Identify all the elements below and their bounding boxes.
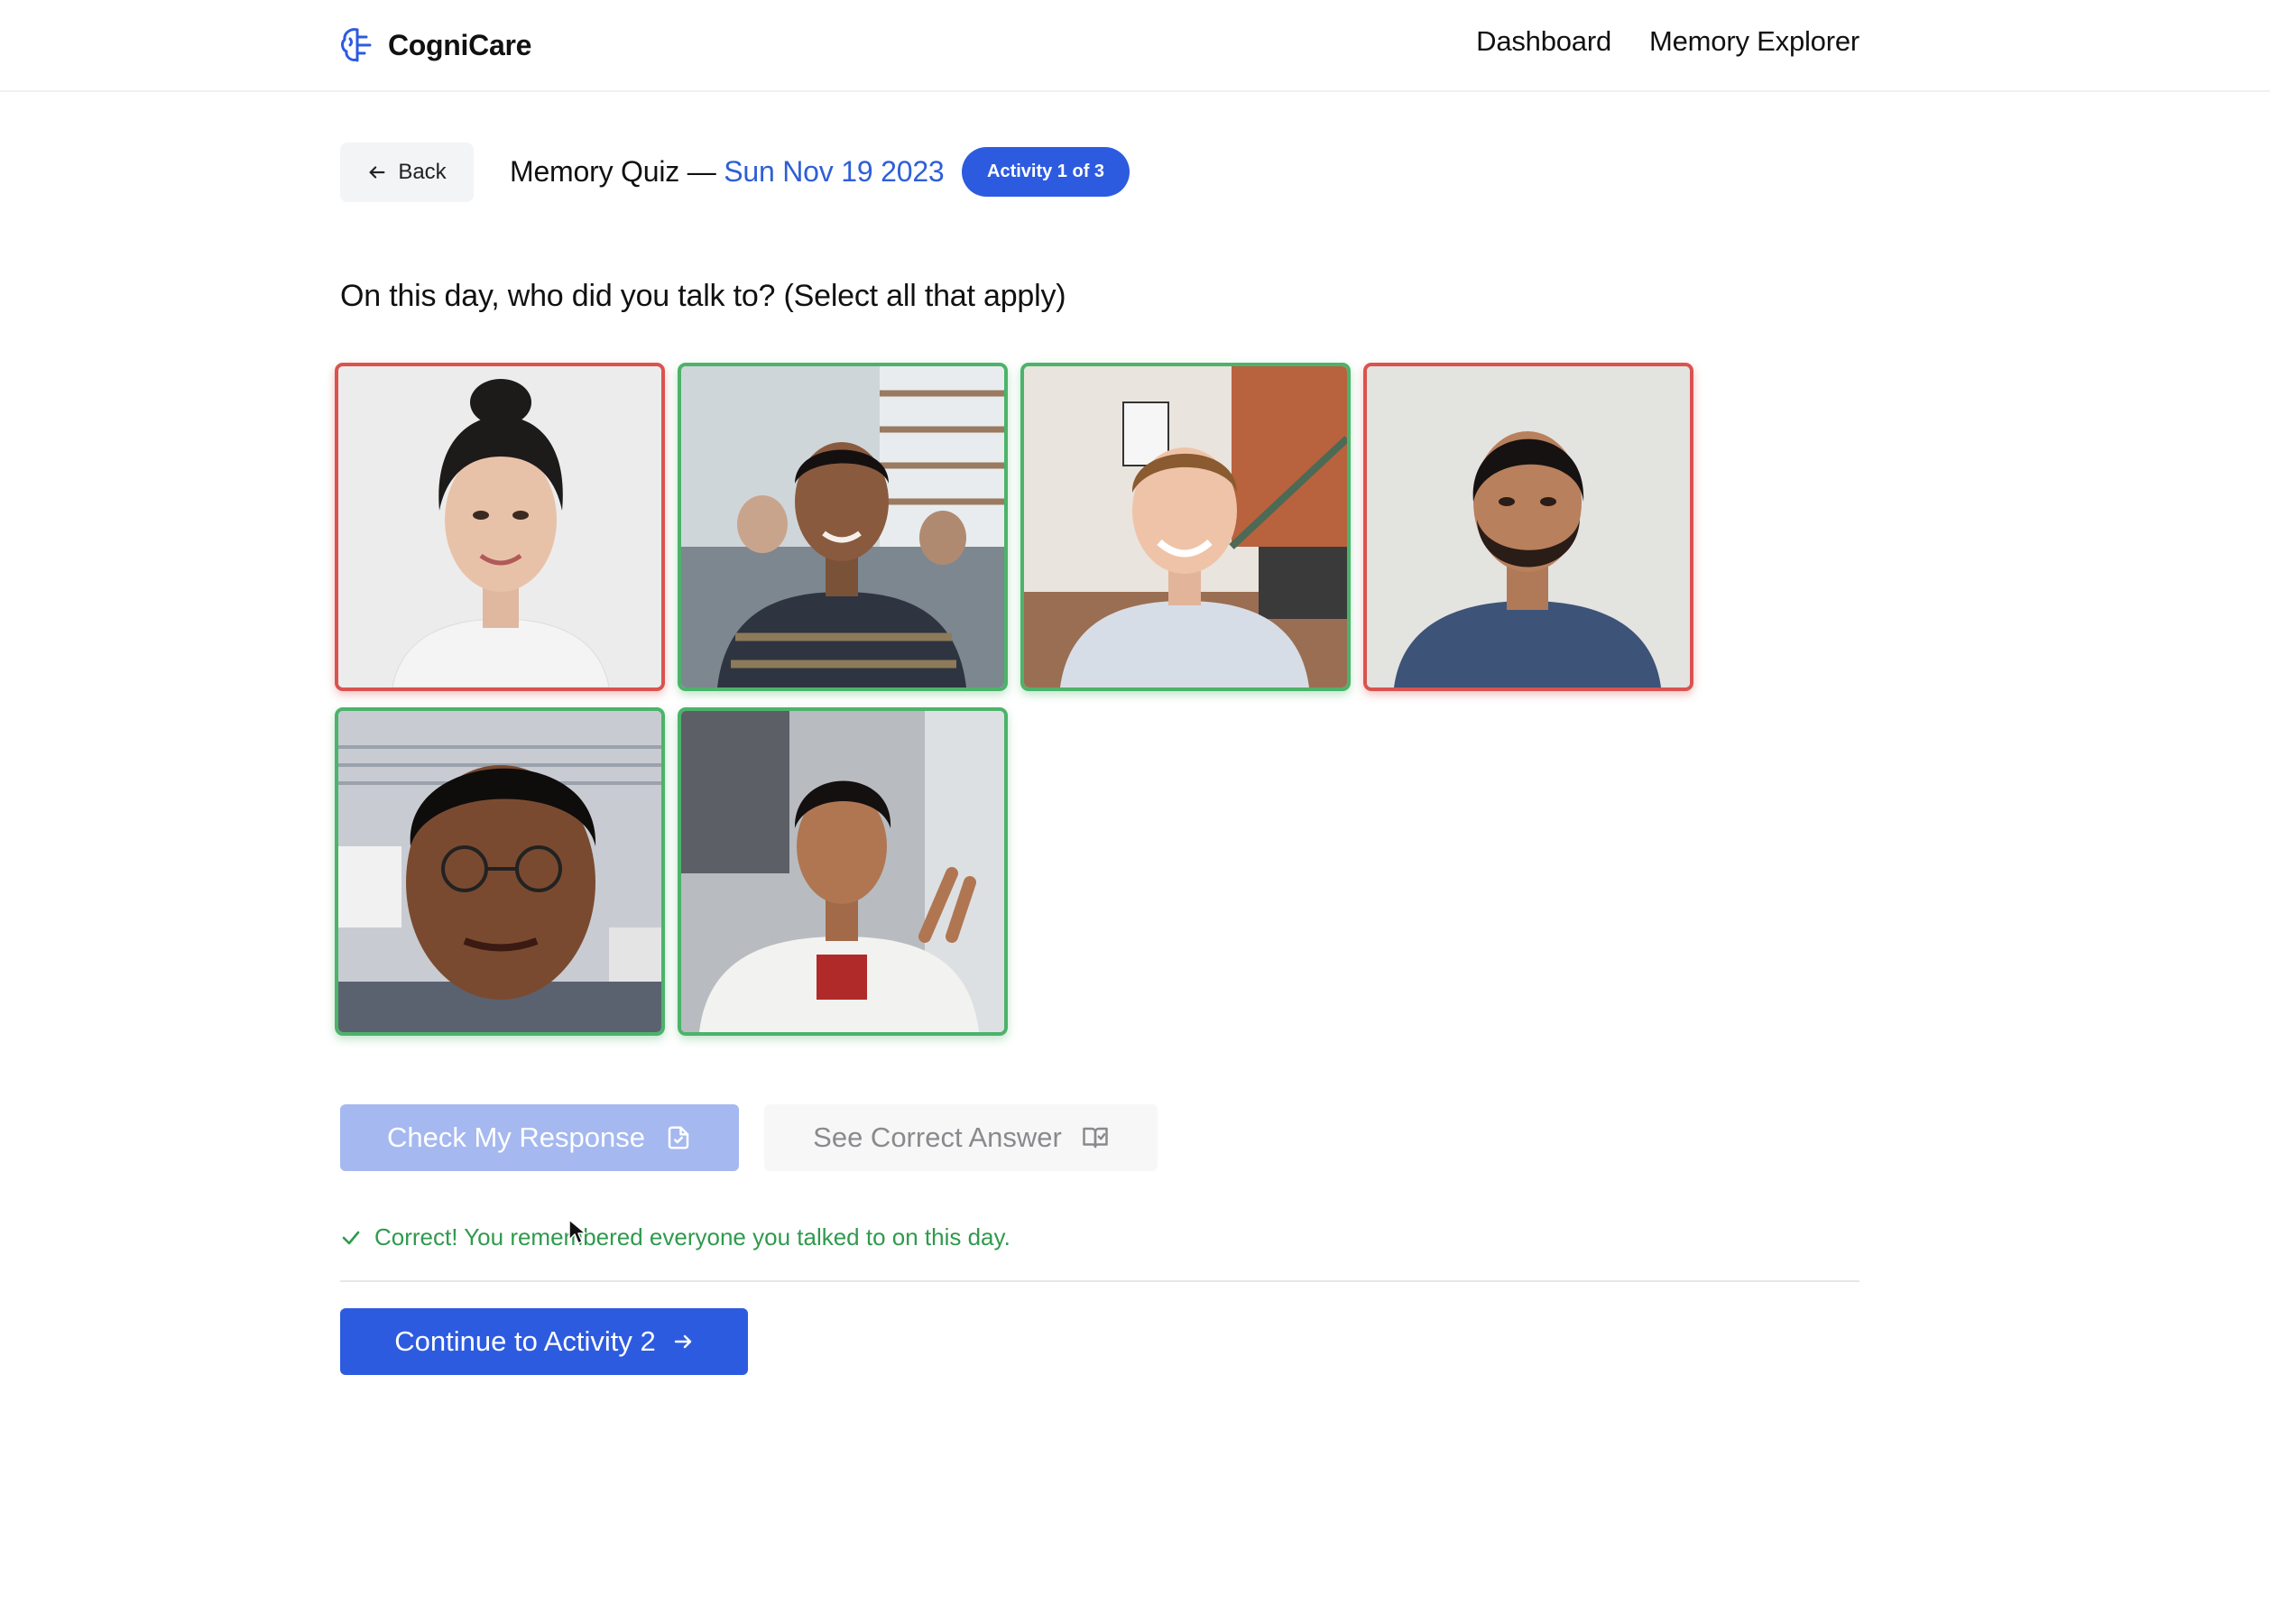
checkmark-icon bbox=[342, 1231, 360, 1244]
see-correct-answer-label: See Correct Answer bbox=[813, 1121, 1062, 1153]
brand[interactable]: CogniCare bbox=[339, 24, 531, 66]
arrow-right-icon bbox=[674, 1334, 691, 1349]
person-photo-6 bbox=[681, 711, 1004, 1032]
page-title: Memory Quiz — Sun Nov 19 2023 bbox=[510, 155, 945, 189]
file-check-icon bbox=[668, 1126, 689, 1149]
see-correct-answer-button[interactable]: See Correct Answer bbox=[764, 1104, 1158, 1171]
photo-option-3[interactable] bbox=[1020, 363, 1351, 691]
open-book-icon bbox=[1083, 1127, 1108, 1149]
quiz-date: Sun Nov 19 2023 bbox=[724, 155, 945, 188]
check-response-button[interactable]: Check My Response bbox=[340, 1104, 739, 1171]
photo-option-1[interactable] bbox=[335, 363, 665, 691]
continue-button[interactable]: Continue to Activity 2 bbox=[340, 1308, 748, 1375]
nav-link-memory-explorer[interactable]: Memory Explorer bbox=[1649, 25, 1859, 58]
nav-link-dashboard[interactable]: Dashboard bbox=[1476, 25, 1611, 58]
top-navbar: CogniCare Dashboard Memory Explorer bbox=[0, 0, 2270, 92]
photo-option-2[interactable] bbox=[678, 363, 1008, 691]
section-divider bbox=[340, 1280, 1859, 1282]
continue-label: Continue to Activity 2 bbox=[394, 1325, 656, 1357]
check-response-label: Check My Response bbox=[386, 1121, 645, 1153]
brain-icon bbox=[341, 28, 372, 62]
back-button[interactable]: Back bbox=[340, 143, 474, 202]
mouse-cursor-icon bbox=[568, 1219, 586, 1244]
feedback-message: Correct! You remembered everyone you tal… bbox=[340, 1223, 1010, 1251]
brand-name: CogniCare bbox=[388, 28, 532, 61]
person-photo-5 bbox=[338, 711, 661, 1032]
person-photo-2 bbox=[681, 366, 1004, 687]
photo-option-6[interactable] bbox=[678, 707, 1008, 1036]
question-text: On this day, who did you talk to? (Selec… bbox=[340, 279, 1066, 313]
person-photo-1 bbox=[338, 366, 661, 687]
photo-option-5[interactable] bbox=[335, 707, 665, 1036]
back-label: Back bbox=[398, 160, 447, 184]
nav-links: Dashboard Memory Explorer bbox=[1476, 25, 1859, 58]
quiz-title-text: Memory Quiz — bbox=[510, 155, 724, 188]
person-photo-4 bbox=[1367, 366, 1690, 687]
feedback-text: Correct! You remembered everyone you tal… bbox=[374, 1223, 1010, 1250]
arrow-left-icon bbox=[369, 166, 385, 179]
person-photo-3 bbox=[1024, 366, 1347, 687]
activity-badge: Activity 1 of 3 bbox=[962, 147, 1130, 197]
photo-option-4[interactable] bbox=[1363, 363, 1693, 691]
